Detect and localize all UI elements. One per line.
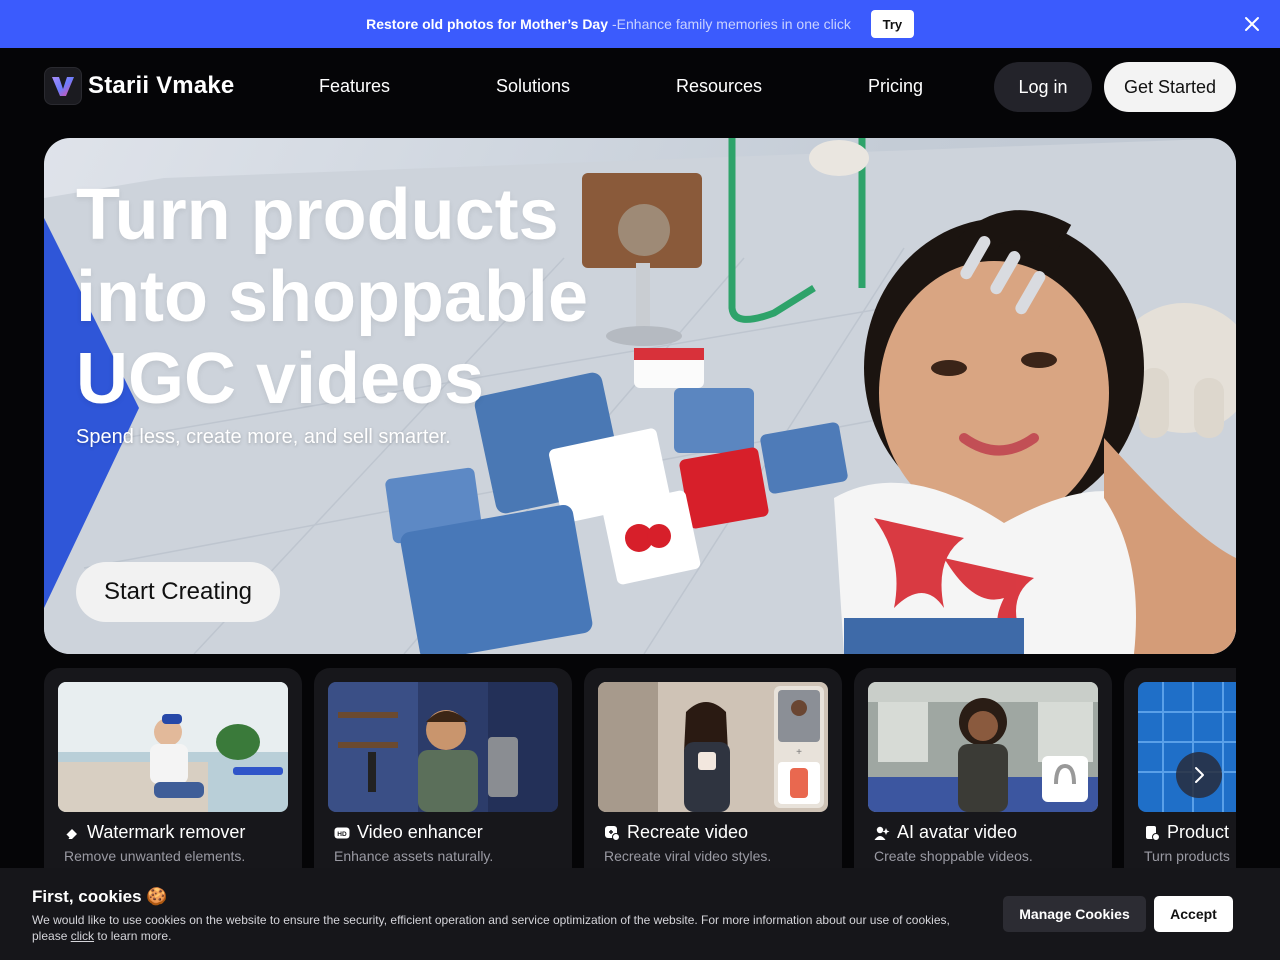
cookie-title: First, cookies 🍪 (32, 887, 168, 906)
card-description: Remove unwanted elements. (64, 848, 246, 864)
hd-icon: HD (334, 827, 350, 838)
feature-carousel: Watermark remover Remove unwanted elemen… (44, 668, 1236, 868)
card-thumbnail (58, 682, 288, 812)
hero-title-line: Turn products (76, 175, 559, 255)
nav-features[interactable]: Features (319, 76, 390, 97)
card-title-text: Product (1167, 822, 1230, 842)
site-header: Starii Vmake Features Solutions Resource… (0, 48, 1280, 138)
card-title: Watermark remover (64, 822, 245, 843)
card-title: HD Video enhancer (334, 822, 483, 843)
card-title-text: Watermark remover (87, 822, 246, 842)
promo-banner: Restore old photos for Mother’s Day -Enh… (0, 0, 1280, 48)
chevron-right-icon (1195, 767, 1204, 783)
card-thumbnail (328, 682, 558, 812)
card-description: Create shoppable videos. (874, 848, 1033, 864)
eraser-icon (65, 828, 77, 839)
card-title: Recreate video (604, 822, 748, 843)
brand-name: Starii Vmake (88, 72, 235, 99)
cookie-text: We would like to use cookies on the webs… (32, 912, 972, 944)
card-title: AI avatar video (874, 822, 1017, 843)
card-description: Recreate viral video styles. (604, 848, 772, 864)
card-description: Turn products (1144, 848, 1230, 864)
nav-resources[interactable]: Resources (676, 76, 762, 97)
hero-title: Turn products into shoppable UGC videos (76, 174, 588, 420)
svg-text:HD: HD (337, 831, 347, 838)
card-thumbnail (868, 682, 1098, 812)
get-started-button[interactable]: Get Started (1104, 62, 1236, 112)
login-button[interactable]: Log in (994, 62, 1092, 112)
hero-banner: Turn products into shoppable UGC videos … (44, 138, 1236, 654)
card-title-text: Video enhancer (357, 822, 483, 842)
cookie-text-after: to learn more. (94, 929, 172, 943)
card-title-text: AI avatar video (897, 822, 1018, 842)
feature-card-recreate-video[interactable]: + Recreate video Recreate viral video st… (584, 668, 842, 868)
logo-mark-icon (44, 67, 82, 105)
product-icon (1146, 825, 1160, 841)
accept-cookies-button[interactable]: Accept (1154, 896, 1233, 932)
card-thumbnail: + (598, 682, 828, 812)
carousel-next-button[interactable] (1176, 752, 1222, 798)
hero-title-line: into shoppable (76, 257, 588, 337)
promo-try-button[interactable]: Try (870, 10, 914, 38)
promo-text: -Enhance family memories in one click (612, 16, 851, 32)
hero-title-line: UGC videos (76, 339, 485, 419)
brand-logo[interactable]: Starii Vmake (44, 67, 234, 105)
start-creating-button[interactable]: Start Creating (76, 562, 280, 622)
cookie-banner: First, cookies 🍪 We would like to use co… (0, 868, 1280, 960)
svg-text:+: + (796, 747, 802, 758)
card-description: Enhance assets naturally. (334, 848, 494, 864)
manage-cookies-button[interactable]: Manage Cookies (1003, 896, 1146, 932)
nav-pricing[interactable]: Pricing (868, 76, 923, 97)
recreate-icon (605, 825, 620, 841)
card-title: Product (1144, 822, 1229, 843)
avatar-icon (874, 826, 890, 840)
feature-card-ai-avatar[interactable]: AI avatar video Create shoppable videos. (854, 668, 1112, 868)
cookie-learn-more-link[interactable]: click (71, 929, 94, 943)
feature-card-watermark[interactable]: Watermark remover Remove unwanted elemen… (44, 668, 302, 868)
card-title-text: Recreate video (627, 822, 749, 842)
nav-solutions[interactable]: Solutions (496, 76, 570, 97)
close-icon[interactable] (1242, 14, 1262, 34)
hero-subtitle: Spend less, create more, and sell smarte… (76, 426, 451, 448)
promo-highlight[interactable]: Restore old photos for Mother’s Day (366, 16, 608, 32)
feature-card-video-enhancer[interactable]: HD Video enhancer Enhance assets natural… (314, 668, 572, 868)
